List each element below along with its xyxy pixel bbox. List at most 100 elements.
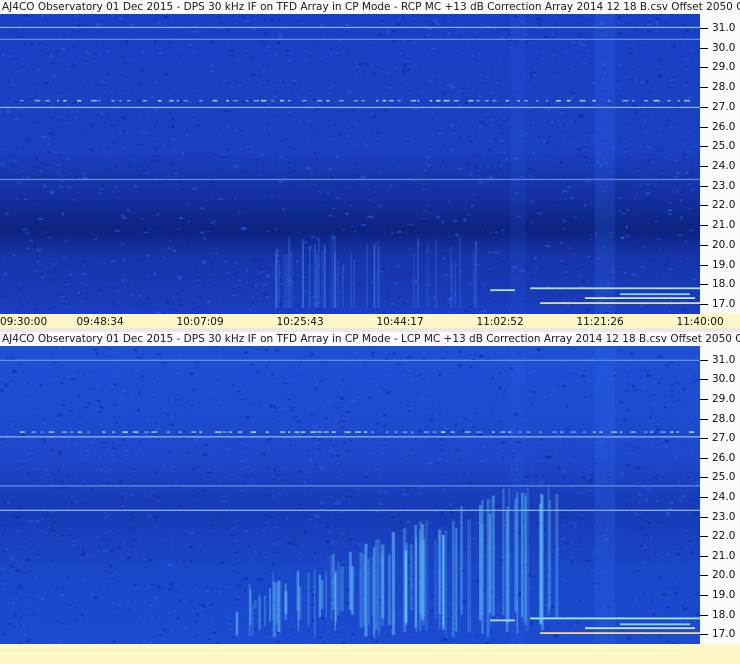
y-tick-label: 18.0: [712, 278, 736, 291]
y-tick-label: 29.0: [712, 392, 736, 405]
y-tick: 29.0: [700, 393, 740, 405]
bottom-spectrogram: [0, 346, 700, 644]
y-tick-label: 27.0: [712, 100, 736, 113]
carrier-dash: [464, 431, 471, 433]
carrier-dash: [310, 431, 317, 433]
y-tick-mark: [700, 264, 708, 266]
carrier-dash: [630, 431, 636, 433]
carrier-dash: [344, 431, 351, 433]
y-tick-mark: [700, 438, 708, 440]
carrier-dash: [323, 431, 329, 433]
carrier-dash: [436, 99, 441, 102]
carrier-dash: [395, 431, 398, 433]
y-tick-mark: [700, 497, 708, 498]
carrier-dash: [441, 431, 446, 433]
carrier-dash: [31, 431, 36, 433]
carrier-dash: [61, 431, 68, 433]
carrier-dash: [179, 431, 182, 433]
carrier-dash: [539, 431, 542, 433]
carrier-dash: [476, 431, 483, 433]
y-tick-mark: [700, 477, 708, 479]
bottom-heatmap: [0, 346, 700, 644]
y-tick-mark: [700, 418, 708, 420]
carrier-dash: [684, 99, 690, 102]
top-y-axis: 31.0 30.0 29.0 28.0 27.0 26.0 25.0 24.0 23.0 22.0…: [700, 14, 740, 314]
signal-trace: [620, 293, 690, 296]
carrier-dash: [45, 99, 50, 102]
carrier-dash: [339, 99, 344, 102]
y-tick: 21.0: [700, 219, 740, 231]
y-tick-mark: [700, 166, 708, 167]
y-tick: 19.0: [700, 589, 740, 601]
carrier-dash: [199, 99, 203, 102]
carrier-dash: [667, 99, 671, 102]
y-tick-label: 31.0: [712, 21, 736, 34]
carrier-dash: [566, 99, 571, 102]
carrier-dash: [432, 431, 437, 433]
y-tick-label: 20.0: [712, 238, 736, 251]
y-tick-label: 26.0: [712, 120, 736, 133]
carrier-dash: [87, 431, 90, 433]
y-tick: 27.0: [700, 432, 740, 444]
carrier-dash: [253, 99, 260, 102]
y-tick-mark: [700, 126, 708, 128]
carrier-dash: [579, 99, 586, 102]
carrier-dash: [660, 431, 666, 433]
carrier-dash: [476, 99, 481, 102]
carrier-dash: [226, 99, 229, 102]
bottom-x-axis-strip: [0, 644, 740, 664]
y-tick: 23.0: [700, 180, 740, 192]
carrier-dash: [111, 99, 115, 102]
carrier-dash: [119, 99, 122, 102]
y-tick-label: 31.0: [712, 353, 736, 366]
carrier-dash: [48, 431, 55, 433]
carrier-dash: [232, 99, 239, 102]
y-tick-mark: [700, 47, 708, 49]
y-tick: 20.0: [700, 239, 740, 251]
y-tick-label: 22.0: [712, 530, 736, 543]
y-tick-mark: [700, 304, 708, 306]
y-tick-label: 25.0: [712, 471, 736, 484]
y-tick-mark: [700, 87, 708, 88]
top-title: AJ4CO Observatory 01 Dec 2015 - DPS 30 k…: [0, 0, 740, 14]
y-tick-mark: [700, 284, 708, 286]
carrier-dash: [423, 431, 429, 433]
signal-trace: [540, 302, 700, 304]
carrier-dash: [127, 99, 131, 102]
y-tick: 21.0: [700, 550, 740, 562]
carrier-dash: [169, 99, 174, 102]
carrier-dash: [353, 99, 358, 102]
carrier-dash: [301, 431, 305, 433]
carrier-dash: [158, 99, 162, 102]
carrier-dash: [556, 99, 561, 102]
carrier-dash: [302, 99, 307, 102]
y-tick-mark: [700, 457, 708, 459]
carrier-dash: [112, 431, 116, 433]
y-tick-label: 22.0: [712, 199, 736, 212]
signal-trace: [585, 297, 695, 299]
carrier-dash: [583, 431, 586, 433]
carrier-dash: [228, 431, 232, 433]
carrier-dash: [650, 431, 653, 433]
carrier-dash: [238, 431, 242, 433]
y-tick: 31.0: [700, 22, 740, 34]
carrier-dash: [20, 99, 24, 102]
y-tick-label: 29.0: [712, 61, 736, 74]
signal-trace: [585, 627, 695, 630]
carrier-dash: [429, 99, 433, 102]
y-tick-mark: [700, 244, 708, 246]
carrier-dash: [570, 431, 577, 433]
y-tick-mark: [700, 205, 708, 207]
y-tick-mark: [700, 106, 708, 108]
carrier-dash: [317, 431, 322, 433]
carrier-dash: [63, 99, 67, 102]
carrier-dash: [191, 431, 196, 433]
carrier-dash: [294, 431, 300, 433]
carrier-dash: [102, 431, 106, 433]
carrier-dash: [271, 99, 274, 102]
y-tick-label: 24.0: [712, 491, 736, 503]
carrier-dash: [280, 99, 285, 102]
carrier-dash: [443, 99, 450, 102]
carrier-dash: [526, 431, 530, 433]
carrier-dash: [619, 431, 623, 433]
